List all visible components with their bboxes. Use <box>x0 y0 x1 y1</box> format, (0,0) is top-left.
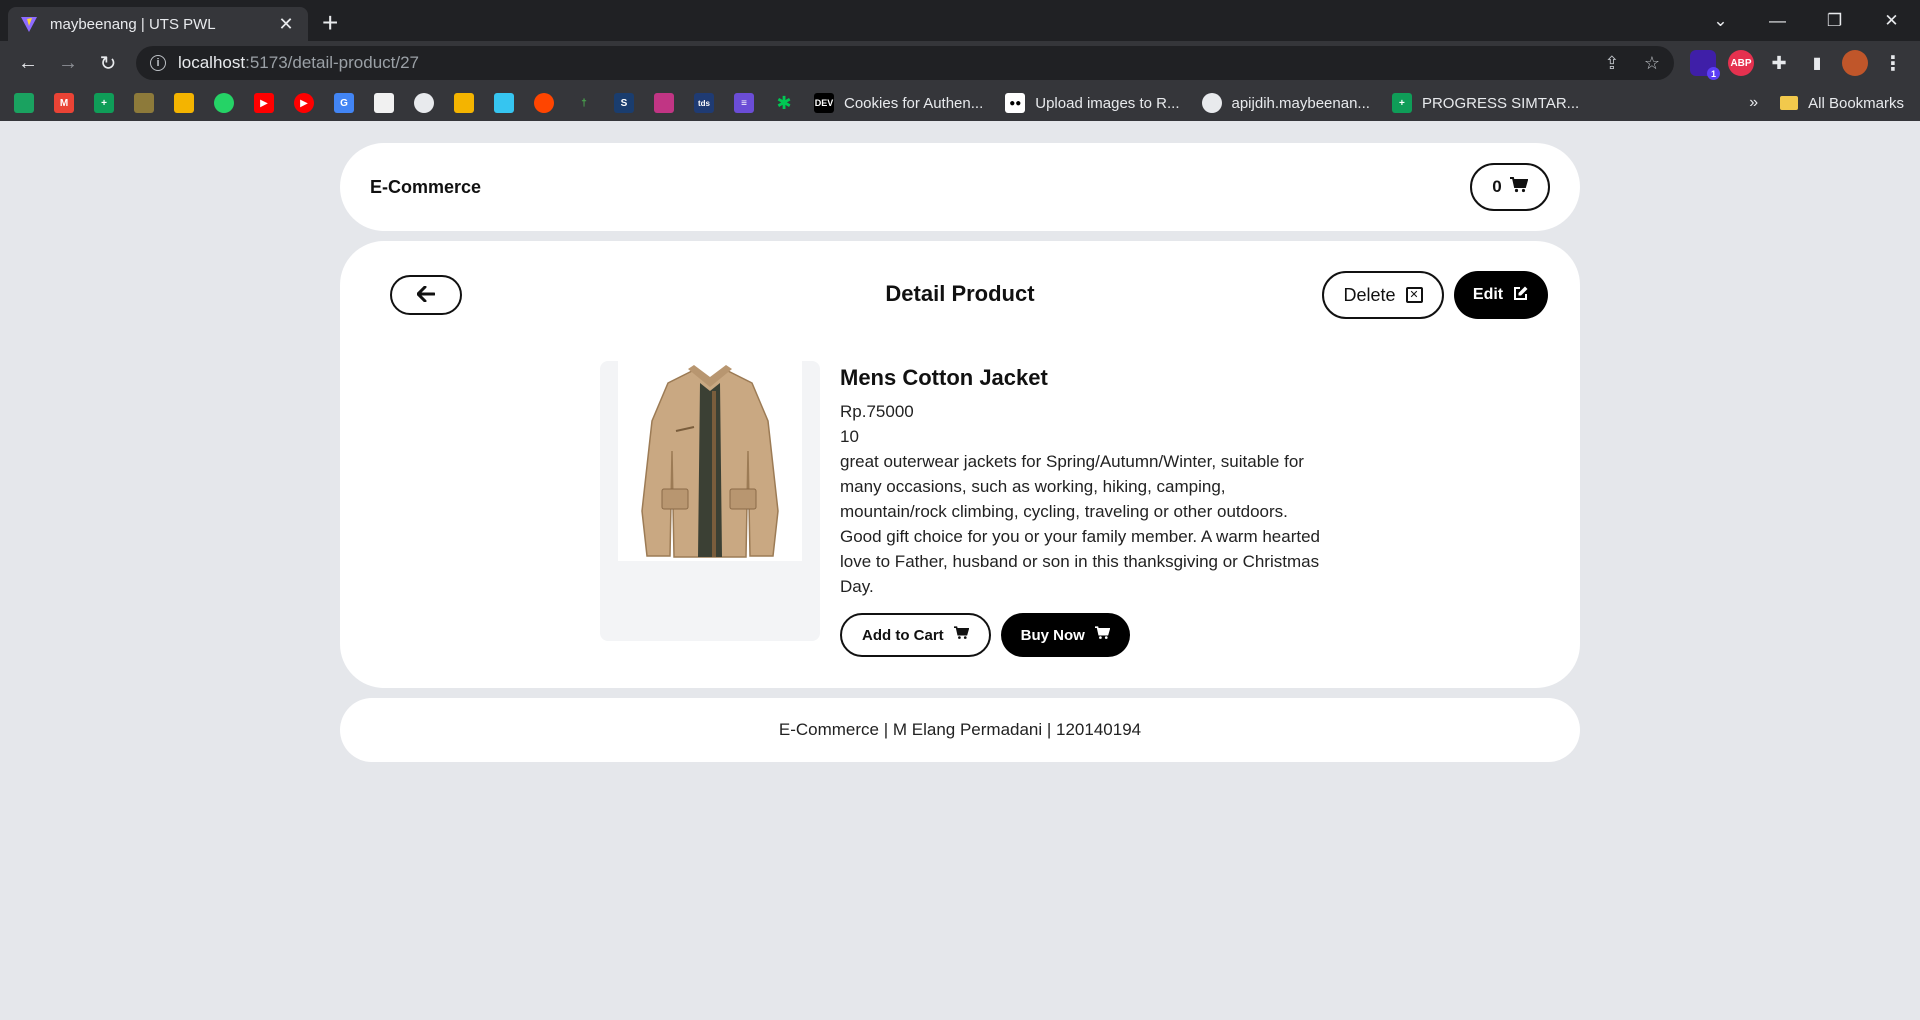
profile-avatar[interactable] <box>1842 50 1868 76</box>
asterisk-icon[interactable]: ✱ <box>774 93 794 113</box>
cart-icon <box>1509 176 1529 198</box>
url-text[interactable]: localhost:5173/detail-product/27 <box>178 53 1584 73</box>
url-path: :5173/detail-product/27 <box>245 53 420 72</box>
adblock-icon[interactable]: ABP <box>1728 50 1754 76</box>
product-actions: Add to Cart Buy Now <box>840 613 1330 657</box>
vite-favicon-icon <box>20 15 38 33</box>
menu-kebab-icon[interactable]: ⋮ <box>1880 50 1906 76</box>
address-bar[interactable]: i localhost:5173/detail-product/27 ⇪ ☆ <box>136 46 1674 80</box>
all-bookmarks-link[interactable]: All Bookmarks <box>1808 95 1904 112</box>
buy-now-label: Buy Now <box>1020 626 1085 644</box>
quill-icon[interactable] <box>134 93 154 113</box>
youtube-icon[interactable]: ▶ <box>254 93 274 113</box>
globe-icon <box>1201 93 1222 113</box>
leaf-icon[interactable]: † <box>574 93 594 113</box>
tds-icon[interactable]: tds <box>694 93 714 113</box>
contacts-icon[interactable] <box>174 93 194 113</box>
restore-icon[interactable]: ❐ <box>1806 11 1863 31</box>
back-icon[interactable]: ← <box>8 43 48 83</box>
whatsapp-icon[interactable] <box>214 93 234 113</box>
cart-icon <box>953 626 969 644</box>
cart-icon <box>1094 626 1111 644</box>
dev-icon: DEV <box>814 93 834 113</box>
detail-card: Detail Product Delete ✕ Edit Mens Cotton… <box>340 241 1580 688</box>
product-image <box>618 361 802 561</box>
sheets-icon[interactable]: + <box>94 93 114 113</box>
cart-count: 0 <box>1492 177 1502 196</box>
edit-label: Edit <box>1472 286 1504 303</box>
bookmark-label: PROGRESS SIMTAR... <box>1421 94 1580 112</box>
slack-icon[interactable] <box>494 93 514 113</box>
add-to-cart-button[interactable]: Add to Cart <box>840 613 991 657</box>
extension-icon[interactable]: 1 <box>1690 50 1720 80</box>
extension-badge: 1 <box>1707 67 1720 80</box>
bookmark-label: Cookies for Authen... <box>844 94 984 112</box>
bookmark-label: Upload images to R... <box>1035 94 1180 112</box>
minimize-icon[interactable]: — <box>1749 11 1806 31</box>
youtube-music-icon[interactable]: ▶ <box>294 93 314 113</box>
footer-text: E-Commerce | M Elang Permadani | 1201401… <box>778 720 1142 739</box>
browser-toolbar: ← → ↻ i localhost:5173/detail-product/27… <box>0 41 1920 85</box>
bookmark-link[interactable]: DEV Cookies for Authen... <box>814 93 983 113</box>
more-bookmarks-icon[interactable]: » <box>1749 94 1758 112</box>
product-description: great outerwear jackets for Spring/Autum… <box>840 452 1320 596</box>
bookmark-link[interactable]: ●● Upload images to R... <box>1005 93 1180 113</box>
translate-icon[interactable]: G <box>334 93 354 113</box>
google-drive-icon[interactable] <box>14 93 34 113</box>
brand-logo[interactable]: E-Commerce <box>370 177 481 198</box>
close-tab-icon[interactable]: ✕ <box>276 14 296 35</box>
reload-icon[interactable]: ↻ <box>88 43 128 83</box>
medium-icon: ●● <box>1005 93 1026 113</box>
site-info-icon[interactable]: i <box>150 55 166 71</box>
product-stock: 10 <box>840 427 859 446</box>
page-content: E-Commerce 0 Detail Product Delete ✕ Edi… <box>0 121 1920 1020</box>
tab-strip: maybeenang | UTS PWL ✕ + ⌄ — ❐ ✕ <box>0 0 1920 41</box>
github-icon[interactable] <box>414 93 434 113</box>
gmail-icon[interactable]: M <box>54 93 74 113</box>
slides-icon[interactable] <box>454 93 474 113</box>
forward-icon[interactable]: → <box>48 43 88 83</box>
window-controls: ⌄ — ❐ ✕ <box>1692 0 1920 41</box>
browser-chrome: maybeenang | UTS PWL ✕ + ⌄ — ❐ ✕ ← → ↻ i… <box>0 0 1920 121</box>
bookmark-label: apijdih.maybeenan... <box>1231 94 1370 112</box>
side-panel-icon[interactable]: ▮ <box>1804 50 1830 76</box>
delete-label: Delete <box>1343 284 1396 305</box>
list-app-icon[interactable]: ≡ <box>734 93 754 113</box>
browser-tab[interactable]: maybeenang | UTS PWL ✕ <box>8 7 308 41</box>
jacket-image <box>641 365 779 558</box>
s-app-icon[interactable]: S <box>614 93 634 113</box>
new-tab-icon[interactable]: + <box>322 7 338 41</box>
bookmark-link[interactable]: apijdih.maybeenan... <box>1201 93 1370 113</box>
bookmarks-right: » All Bookmarks <box>1749 85 1904 121</box>
share-icon[interactable]: ⇪ <box>1604 53 1619 73</box>
close-square-icon: ✕ <box>1405 287 1423 303</box>
buy-now-button[interactable]: Buy Now <box>1000 613 1130 657</box>
product-image-frame <box>600 361 820 641</box>
tab-search-icon[interactable]: ⌄ <box>1692 11 1749 31</box>
folder-icon <box>1780 96 1799 110</box>
add-to-cart-label: Add to Cart <box>862 626 944 644</box>
url-host: localhost <box>178 53 246 72</box>
sheets-icon: + <box>1391 93 1412 113</box>
reddit-icon[interactable] <box>534 93 554 113</box>
delete-button[interactable]: Delete ✕ <box>1322 271 1444 319</box>
extensions-area: 1 ABP ✚ ▮ ⋮ <box>1684 50 1912 80</box>
close-window-icon[interactable]: ✕ <box>1863 11 1920 31</box>
footer: E-Commerce | M Elang Permadani | 1201401… <box>340 698 1580 762</box>
omnibox-actions: ⇪ ☆ <box>1584 53 1660 74</box>
navbar: E-Commerce 0 <box>340 143 1580 231</box>
bookmark-star-icon[interactable]: ☆ <box>1644 53 1660 73</box>
docs-icon[interactable] <box>374 93 394 113</box>
puzzle-extensions-icon[interactable]: ✚ <box>1766 50 1792 76</box>
product-info: Mens Cotton Jacket Rp.75000 10 great out… <box>840 365 1330 657</box>
instagram-icon[interactable] <box>654 93 674 113</box>
bookmark-link[interactable]: + PROGRESS SIMTAR... <box>1391 93 1580 113</box>
edit-icon <box>1513 285 1529 306</box>
bookmarks-bar: M + ▶ ▶ G † S tds ≡ ✱ DEV Cookies for Aut… <box>0 85 1920 121</box>
product-name: Mens Cotton Jacket <box>840 365 1048 390</box>
cart-button[interactable]: 0 <box>1470 163 1550 211</box>
tab-title: maybeenang | UTS PWL <box>50 15 216 33</box>
edit-button[interactable]: Edit <box>1454 271 1548 319</box>
product-price: Rp.75000 <box>840 402 914 421</box>
